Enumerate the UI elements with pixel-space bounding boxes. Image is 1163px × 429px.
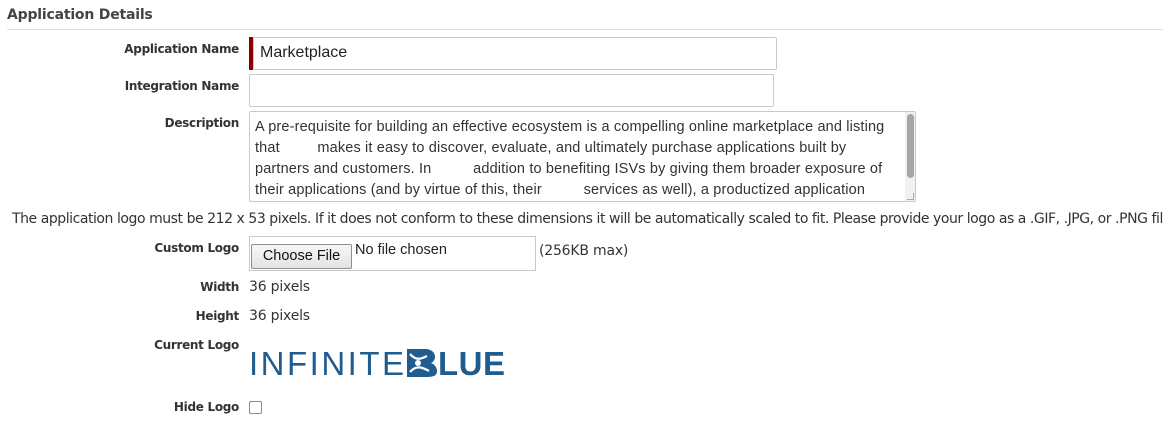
section-title: Application Details	[7, 7, 153, 23]
section-header: Application Details	[7, 7, 1163, 30]
hide-logo-checkbox[interactable]	[249, 401, 262, 414]
current-logo-label: Current Logo	[154, 338, 239, 352]
custom-logo-file-input[interactable]: Choose File No file chosen	[249, 236, 536, 271]
application-name-label: Application Name	[124, 42, 239, 56]
custom-logo-label: Custom Logo	[154, 241, 239, 255]
choose-file-button[interactable]: Choose File	[251, 244, 352, 269]
scrollbar-thumb[interactable]	[907, 114, 914, 178]
height-value: 36 pixels	[249, 308, 310, 324]
hide-logo-label: Hide Logo	[173, 400, 239, 414]
width-label: Width	[200, 280, 239, 294]
integration-name-label: Integration Name	[124, 79, 240, 93]
current-logo-image: INFINITE LUE	[249, 345, 515, 383]
application-name-input[interactable]: Marketplace	[253, 37, 777, 70]
svg-text:LUE: LUE	[438, 346, 506, 378]
integration-name-input[interactable]	[249, 74, 774, 107]
width-value: 36 pixels	[249, 279, 310, 295]
description-label: Description	[164, 116, 240, 130]
description-textarea[interactable]: A pre-requisite for building an effectiv…	[249, 111, 916, 202]
height-label: Height	[195, 309, 240, 323]
resize-handle[interactable]	[907, 193, 914, 200]
file-status-text: No file chosen	[355, 242, 447, 258]
logo-requirements-text: The application logo must be 212 x 53 pi…	[12, 211, 1163, 227]
svg-text:INFINITE: INFINITE	[249, 346, 407, 378]
max-size-text: (256KB max)	[539, 243, 629, 259]
description-text: A pre-requisite for building an effectiv…	[255, 119, 889, 198]
description-scrollbar[interactable]	[905, 112, 915, 201]
